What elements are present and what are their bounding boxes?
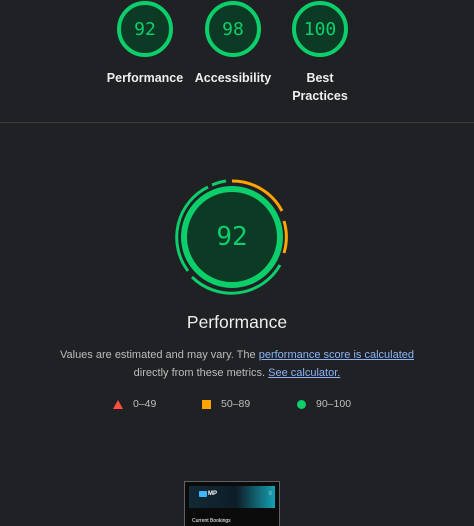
score-legend: 0–49 50–89 90–100 [0,398,474,414]
category-gauge-performance[interactable]: 92 Performance [100,0,190,87]
category-score: 100 [304,19,337,40]
performance-score: 92 [216,222,247,252]
square-icon [202,399,211,409]
thumbnail-logo-text: MP [208,491,217,497]
category-summary: 92 Performance 98 Accessibility 100 Best… [0,0,474,122]
legend-fail: 0–49 [113,398,156,410]
category-gauge-best-practices[interactable]: 100 Best Practices [275,0,365,105]
performance-score-link[interactable]: performance score is calculated [259,349,414,361]
circle-icon [297,399,306,409]
legend-average: 50–89 [202,398,250,410]
legend-range: 0–49 [133,398,157,410]
legend-pass: 90–100 [297,398,351,410]
score-ring-icon: 100 [292,1,348,57]
thumbnail-header [189,486,275,508]
category-label: Performance [106,71,184,85]
desc-text: Values are estimated and may vary. The [59,349,259,361]
category-score: 98 [222,19,244,40]
category-score: 92 [134,19,156,40]
score-ring-icon: 92 [117,1,173,57]
section-divider [0,122,474,123]
hamburger-icon: ≡ [268,491,272,497]
performance-score-ring-icon: 92 [175,179,288,295]
category-label: Best Practices [292,71,348,103]
thumbnail-caption: Current Bookings [192,518,231,524]
triangle-icon [113,399,123,409]
performance-description: Values are estimated and may vary. The p… [40,346,434,382]
category-gauge-accessibility[interactable]: 98 Accessibility [188,0,278,87]
thumbnail-logo: MP [199,491,217,497]
score-ring-icon: 98 [205,1,261,57]
logo-icon [199,491,207,497]
desc-text: directly from these metrics. [133,367,269,379]
category-label: Accessibility [194,71,272,85]
performance-gauge: 92 [172,177,292,302]
see-calculator-link[interactable]: See calculator. [268,367,340,379]
page-screenshot-thumbnail[interactable]: MP ≡ Current Bookings [184,481,280,526]
performance-title: Performance [186,312,288,332]
legend-range: 50–89 [221,398,251,410]
legend-range: 90–100 [316,398,352,410]
